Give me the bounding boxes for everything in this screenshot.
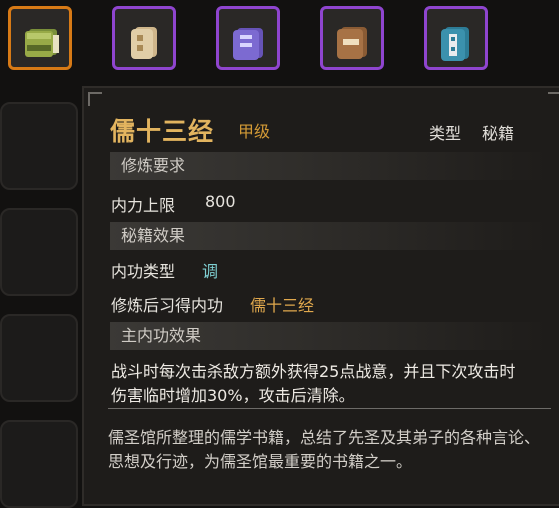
inner-type-value: 调 — [202, 262, 219, 281]
item-type-value: 秘籍 — [482, 124, 515, 143]
inventory-slot-purple-book[interactable] — [216, 6, 280, 70]
green-book-icon — [25, 29, 59, 57]
section-book-effect: 秘籍效果 — [110, 222, 550, 250]
item-grade: 甲级 — [238, 122, 271, 141]
inventory-slot-brown-book[interactable] — [320, 6, 384, 70]
inventory-slot-teal-book[interactable] — [424, 6, 488, 70]
learned-label: 修炼后习得内功 — [111, 296, 224, 315]
item-tooltip: 儒十三经 甲级 类型 秘籍 修炼要求 内力上限 800 秘籍效果 内功类型 调 … — [82, 86, 559, 506]
item-type-label: 类型 — [429, 124, 462, 143]
teal-book-icon — [441, 27, 469, 61]
inventory-slot-faded — [0, 314, 78, 402]
section-main-effect: 主内功效果 — [110, 322, 550, 350]
main-effect-text: 战斗时每次击杀敌方额外获得25点战意，并且下次攻击时伤害临时增加30%，攻击后清… — [111, 362, 516, 405]
inner-type-label: 内功类型 — [111, 262, 176, 281]
inventory-slot-green-book[interactable] — [8, 6, 72, 70]
tooltip-corner-top-right — [548, 92, 559, 106]
tooltip-corner-top-left — [88, 92, 102, 106]
item-title: 儒十三经 — [110, 117, 215, 146]
learned-value: 儒十三经 — [250, 296, 315, 315]
tan-book-icon — [131, 27, 157, 59]
requirement-value: 800 — [205, 192, 236, 211]
inventory-slot-faded — [0, 420, 78, 508]
inventory-slot-tan-book[interactable] — [112, 6, 176, 70]
inventory-slot-faded — [0, 208, 78, 296]
brown-book-icon — [337, 27, 367, 59]
tooltip-divider — [108, 408, 551, 409]
section-requirement: 修炼要求 — [110, 152, 550, 180]
requirement-label: 内力上限 — [111, 196, 176, 215]
inventory-slot-faded — [0, 102, 78, 190]
purple-book-icon — [233, 28, 263, 60]
item-description: 儒圣馆所整理的儒学书籍，总结了先圣及其弟子的各种言论、思想及行迹，为儒圣馆最重要… — [108, 428, 541, 471]
